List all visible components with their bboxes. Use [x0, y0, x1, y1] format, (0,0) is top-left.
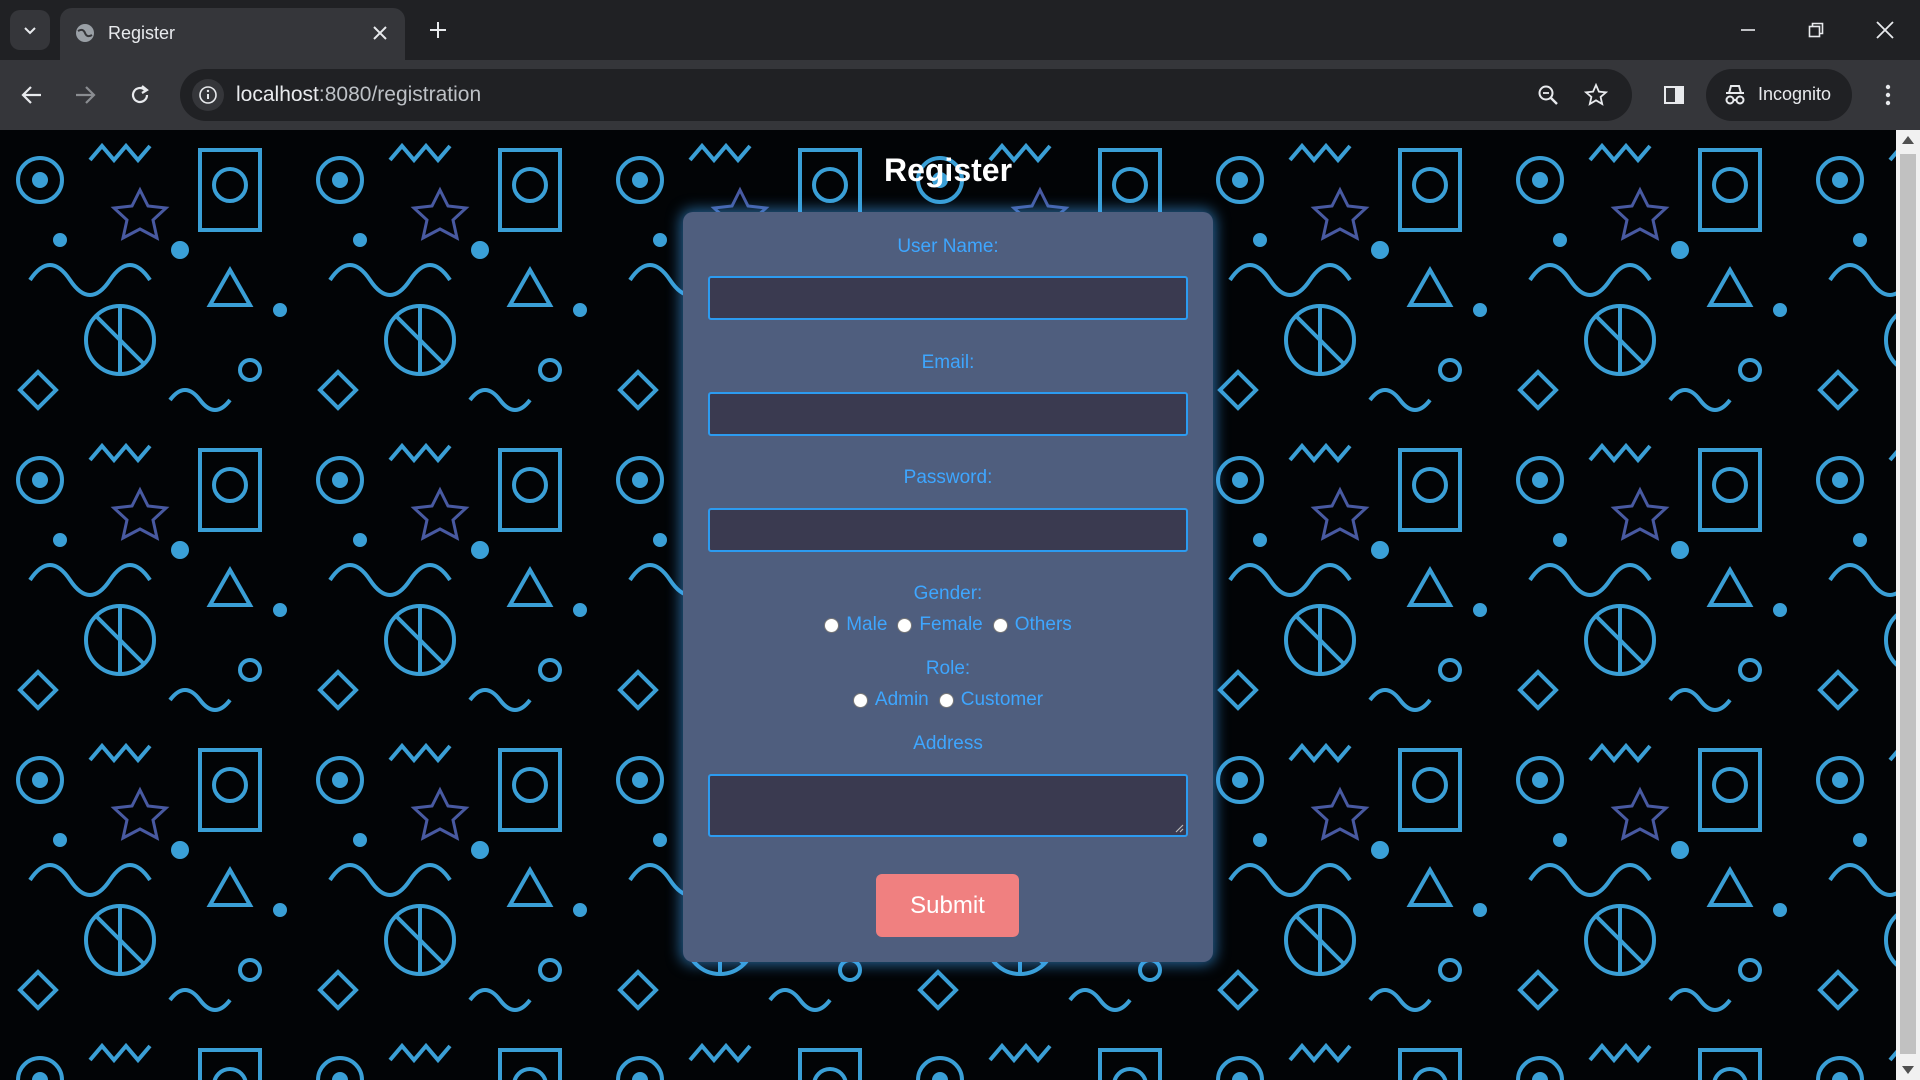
role-admin-radio[interactable] [852, 692, 868, 708]
url-text: localhost:8080/registration [236, 83, 481, 107]
gender-male-radio[interactable] [824, 617, 840, 633]
incognito-label: Incognito [1758, 84, 1832, 104]
email-label: Email: [921, 352, 975, 373]
gender-others-label: Others [1014, 614, 1072, 635]
address-label: Address [913, 733, 983, 754]
tab-strip: Register [0, 0, 1920, 60]
scroll-up-arrow-icon[interactable] [1902, 136, 1914, 144]
role-admin-label: Admin [874, 689, 929, 710]
page-title: Register [883, 152, 1013, 188]
role-option-admin[interactable]: Admin [852, 689, 929, 711]
side-panel-icon [1664, 86, 1684, 104]
gender-option-male[interactable]: Male [824, 614, 887, 636]
zoom-icon [1538, 85, 1558, 105]
site-info-icon [199, 86, 217, 104]
side-panel-button[interactable] [1656, 77, 1692, 113]
gender-female-label: Female [919, 614, 983, 635]
forward-arrow-icon [76, 86, 96, 104]
incognito-indicator[interactable]: Incognito [1706, 69, 1852, 121]
restore-button[interactable] [1802, 16, 1830, 44]
close-tab-button[interactable] [369, 22, 391, 44]
site-info-button[interactable] [192, 79, 224, 111]
close-window-button[interactable] [1871, 16, 1899, 44]
url-path: :8080/registration [318, 83, 482, 106]
tab-search-button[interactable] [10, 10, 50, 50]
resize-grip-icon[interactable] [1174, 823, 1184, 833]
submit-button[interactable]: Submit [876, 874, 1019, 937]
gender-option-female[interactable]: Female [897, 614, 983, 636]
role-customer-label: Customer [960, 689, 1044, 710]
role-options: Admin Customer [683, 689, 1213, 711]
url-host: localhost [236, 83, 319, 106]
username-label: User Name: [897, 236, 999, 257]
globe-icon [76, 24, 94, 42]
gender-male-label: Male [846, 614, 888, 635]
registration-form: User Name: Email: Password: Gender: Male… [683, 212, 1213, 962]
address-textarea[interactable] [708, 774, 1188, 837]
gender-female-radio[interactable] [897, 617, 913, 633]
username-input[interactable] [708, 276, 1188, 320]
star-icon [1584, 83, 1608, 106]
tab-register[interactable]: Register [60, 8, 405, 60]
role-customer-radio[interactable] [938, 692, 954, 708]
back-button[interactable] [14, 77, 50, 113]
page-scrollbar[interactable] [1896, 130, 1920, 1080]
gender-options: Male Female Others [683, 614, 1213, 636]
zoom-button[interactable] [1534, 81, 1562, 109]
incognito-icon [1725, 85, 1745, 105]
kebab-menu-icon [1885, 84, 1891, 106]
browser-menu-button[interactable] [1870, 77, 1906, 113]
minimize-icon [1741, 29, 1755, 31]
role-option-customer[interactable]: Customer [938, 689, 1044, 711]
close-window-icon [1876, 21, 1894, 39]
plus-icon [430, 22, 446, 38]
tab-title: Register [108, 23, 176, 43]
gender-option-others[interactable]: Others [992, 614, 1072, 636]
scroll-down-arrow-icon[interactable] [1902, 1066, 1914, 1074]
close-icon [373, 26, 387, 40]
restore-icon [1808, 22, 1824, 38]
gender-label: Gender: [913, 583, 983, 604]
back-arrow-icon [21, 86, 41, 104]
email-input[interactable] [708, 392, 1188, 436]
browser-toolbar: localhost:8080/registration Incognito [0, 60, 1920, 130]
password-label: Password: [903, 467, 993, 488]
new-tab-button[interactable] [424, 16, 452, 44]
role-label: Role: [925, 658, 971, 679]
forward-button[interactable] [67, 77, 103, 113]
gender-others-radio[interactable] [992, 617, 1008, 633]
reload-icon [131, 85, 149, 104]
password-input[interactable] [708, 508, 1188, 552]
page-viewport: Register User Name: Email: Password: Gen… [0, 130, 1896, 1080]
scrollbar-thumb[interactable] [1900, 154, 1916, 1054]
tab-search-icon [24, 27, 36, 35]
address-bar[interactable]: localhost:8080/registration [180, 69, 1632, 121]
reload-button[interactable] [122, 77, 158, 113]
minimize-button[interactable] [1734, 16, 1762, 44]
bookmark-button[interactable] [1582, 81, 1610, 109]
